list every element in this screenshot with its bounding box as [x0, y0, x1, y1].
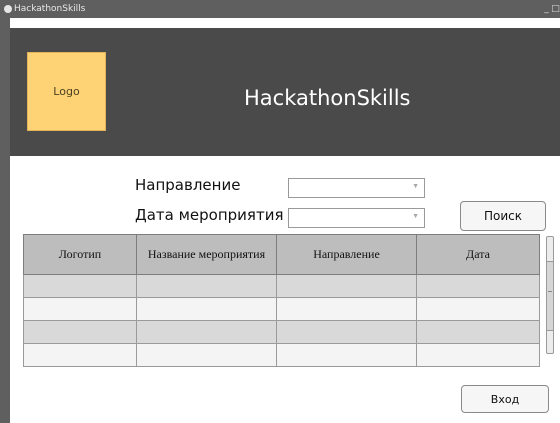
- table-scrollbar[interactable]: [546, 236, 554, 354]
- table-cell: [23, 343, 137, 367]
- table-cell: [276, 297, 417, 321]
- date-label: Дата мероприятия: [135, 206, 284, 224]
- table-row[interactable]: [23, 297, 540, 321]
- table-cell: [276, 274, 417, 298]
- table-cell: [136, 343, 277, 367]
- date-select[interactable]: ▼: [288, 208, 425, 228]
- table-cell: [276, 320, 417, 344]
- app-icon: [4, 5, 12, 13]
- scrollbar-thumb[interactable]: [547, 261, 553, 331]
- table-cell: [416, 274, 540, 298]
- table-row[interactable]: [23, 343, 540, 367]
- table-cell: [136, 297, 277, 321]
- logo-placeholder: Logo: [27, 52, 106, 131]
- events-table: Логотип Название мероприятия Направление…: [23, 234, 540, 367]
- column-header-date[interactable]: Дата: [416, 234, 540, 275]
- window-titlebar: HackathonSkills _ □: [0, 0, 560, 18]
- app-header: Logo HackathonSkills: [10, 28, 560, 156]
- table-cell: [136, 320, 277, 344]
- direction-select[interactable]: ▼: [288, 178, 425, 198]
- table-cell: [416, 297, 540, 321]
- chevron-down-icon: ▼: [412, 213, 419, 220]
- table-cell: [23, 274, 137, 298]
- window-controls: _ □: [542, 0, 560, 18]
- chevron-down-icon: ▼: [412, 183, 419, 190]
- table-row[interactable]: [23, 274, 540, 298]
- login-button[interactable]: Вход: [461, 385, 549, 413]
- table-row[interactable]: [23, 320, 540, 344]
- table-cell: [276, 343, 417, 367]
- window-title: HackathonSkills: [14, 4, 86, 14]
- column-header-event-name[interactable]: Название мероприятия: [136, 234, 277, 275]
- app-title: HackathonSkills: [244, 86, 411, 110]
- column-header-logo[interactable]: Логотип: [23, 234, 137, 275]
- grip-icon: [548, 291, 552, 292]
- search-button[interactable]: Поиск: [460, 201, 546, 231]
- direction-label: Направление: [135, 176, 241, 194]
- table-cell: [416, 343, 540, 367]
- column-header-direction[interactable]: Направление: [276, 234, 417, 275]
- table-cell: [23, 297, 137, 321]
- minimize-icon[interactable]: _: [542, 0, 551, 18]
- table-cell: [416, 320, 540, 344]
- table-cell: [136, 274, 277, 298]
- table-cell: [23, 320, 137, 344]
- table-header-row: Логотип Название мероприятия Направление…: [23, 234, 540, 275]
- maximize-icon[interactable]: □: [551, 0, 560, 18]
